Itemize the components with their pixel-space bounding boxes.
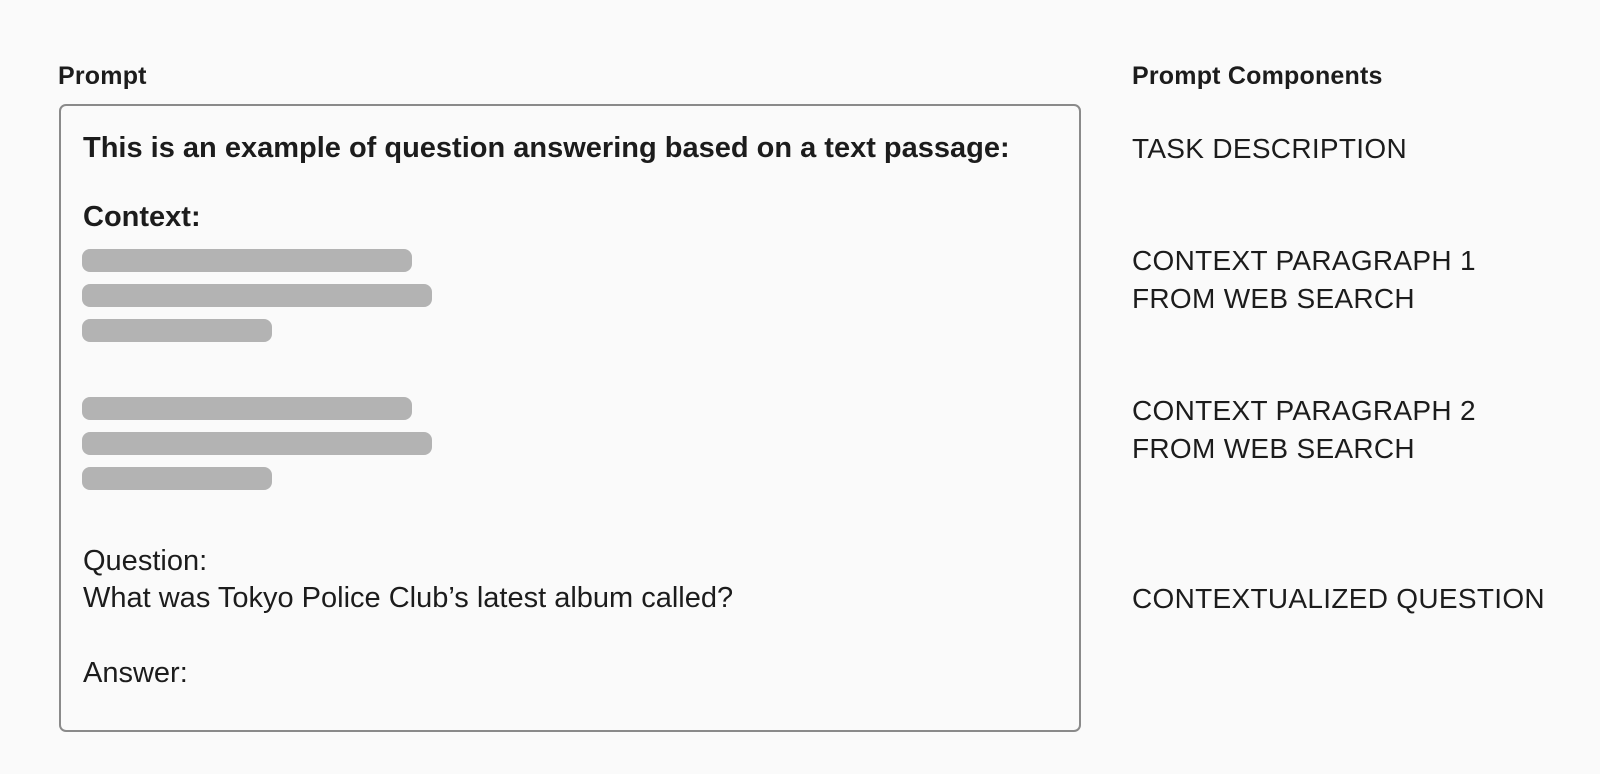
- component-context-paragraph-1: CONTEXT PARAGRAPH 1 FROM WEB SEARCH: [1132, 245, 1476, 314]
- component-context-paragraph-2: CONTEXT PARAGRAPH 2 FROM WEB SEARCH: [1132, 395, 1476, 464]
- context-1-line-1-placeholder: [82, 249, 412, 272]
- context-2-line-3-placeholder: [82, 467, 272, 490]
- question-label: Question:: [83, 545, 208, 577]
- context-2-line-2-placeholder: [82, 432, 432, 455]
- context-2-line-1-placeholder: [82, 397, 412, 420]
- context-1-line-2-placeholder: [82, 284, 432, 307]
- component-contextualized-question: CONTEXTUALIZED QUESTION: [1132, 583, 1545, 614]
- task-description-text: This is an example of question answering…: [83, 132, 1010, 164]
- prompt-heading: Prompt: [58, 62, 147, 90]
- component-task-description: TASK DESCRIPTION: [1132, 133, 1407, 164]
- question-text: What was Tokyo Police Club’s latest albu…: [83, 582, 734, 614]
- context-label: Context:: [83, 201, 201, 233]
- prompt-components-heading: Prompt Components: [1132, 62, 1383, 90]
- context-1-line-3-placeholder: [82, 319, 272, 342]
- answer-label: Answer:: [83, 657, 188, 689]
